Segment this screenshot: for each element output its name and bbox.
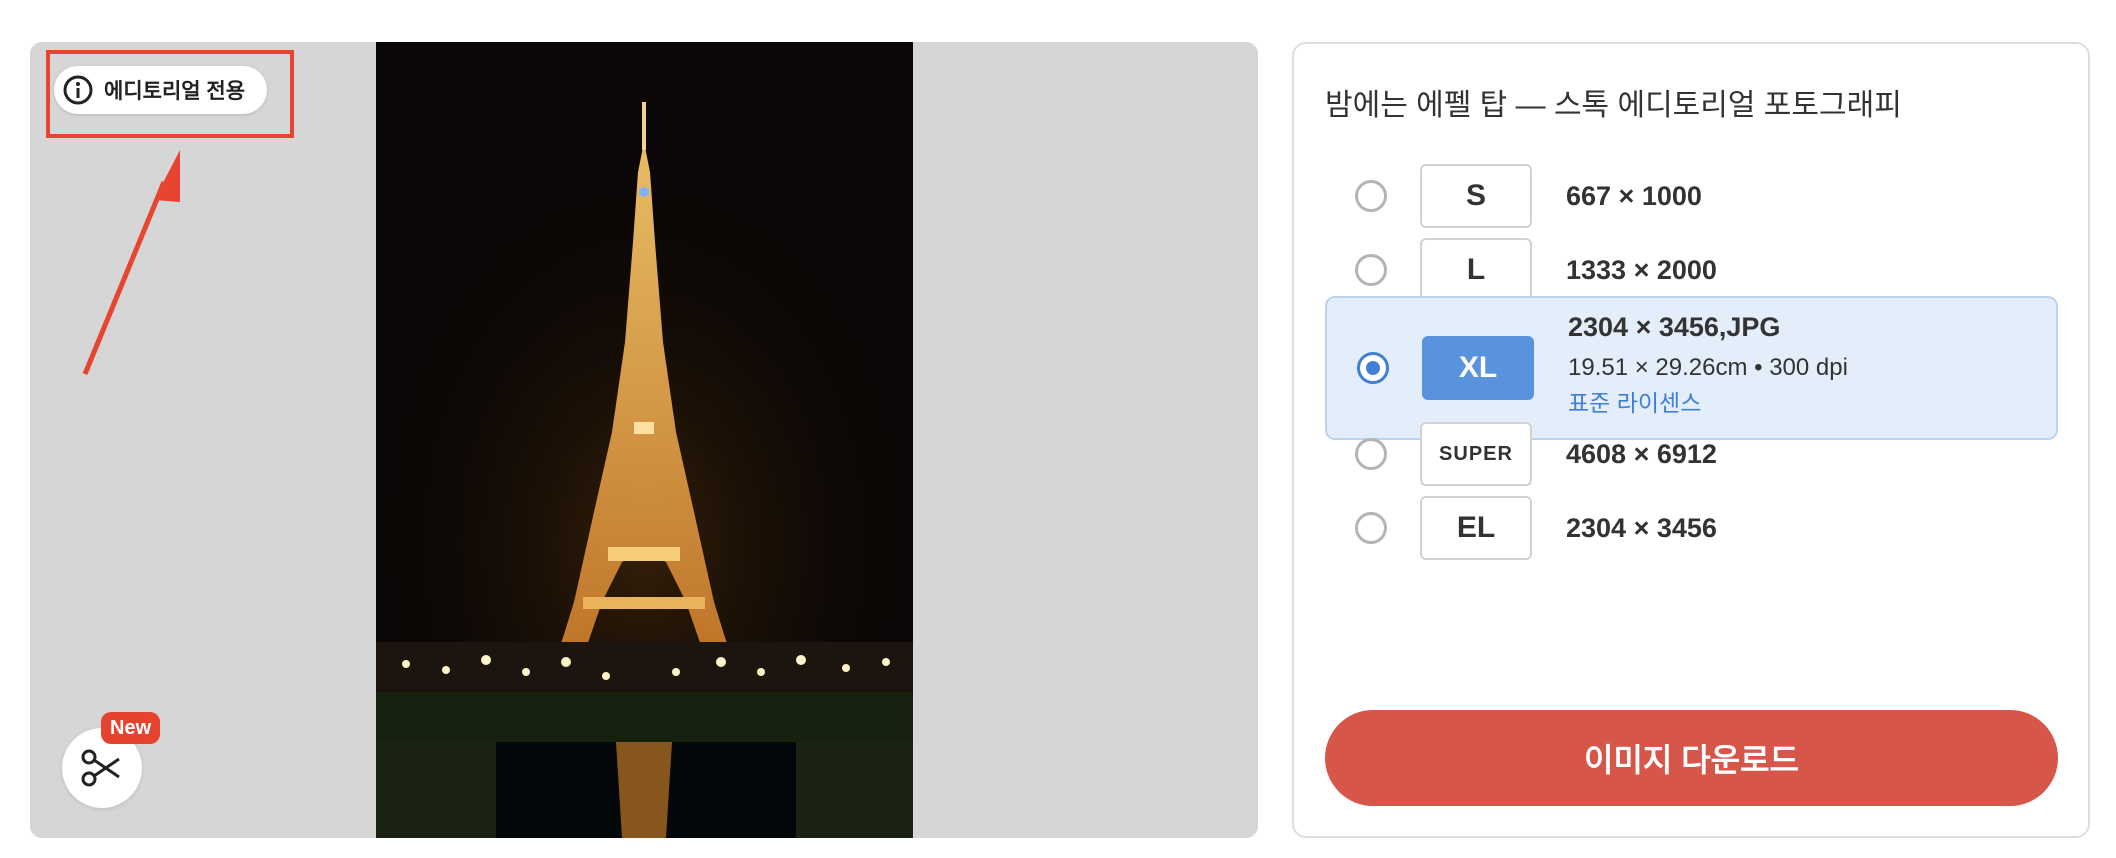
radio-button[interactable]	[1355, 180, 1387, 212]
eiffel-tower-night-photo	[376, 42, 913, 838]
radio-button[interactable]	[1355, 438, 1387, 470]
radio-button[interactable]	[1355, 254, 1387, 286]
preview-image[interactable]	[376, 42, 913, 838]
size-option-el[interactable]: EL 2304 × 3456	[1325, 488, 2058, 568]
download-image-button[interactable]: 이미지 다운로드	[1325, 710, 2058, 806]
size-dimensions: 2304 × 3456,JPG	[1568, 312, 1781, 342]
size-dimensions: 4608 × 6912	[1566, 438, 1717, 469]
license-link[interactable]: 표준 라이센스	[1568, 384, 1701, 418]
size-label-box: SUPER	[1420, 422, 1532, 486]
scissors-icon	[81, 749, 120, 787]
size-label-box: L	[1420, 238, 1532, 302]
size-dimensions: 667 × 1000	[1566, 180, 1702, 211]
image-title: 밤에는 에펠 탑 — 스톡 에디토리얼 포토그래피	[1325, 89, 1902, 122]
radio-button-selected[interactable]	[1357, 352, 1389, 384]
size-label-box: S	[1420, 164, 1532, 228]
annotation-arrow	[82, 150, 180, 375]
size-dimensions: 1333 × 2000	[1566, 254, 1717, 285]
radio-button[interactable]	[1355, 512, 1387, 544]
size-label-box: XL	[1422, 336, 1534, 400]
size-label-box: EL	[1420, 496, 1532, 560]
size-option-super[interactable]: SUPER 4608 × 6912	[1325, 414, 2058, 494]
new-badge: New	[101, 712, 161, 744]
image-preview: 에디토리얼 전용 New	[30, 42, 1258, 838]
size-dimensions: 2304 × 3456	[1566, 512, 1717, 543]
size-option-s[interactable]: S 667 × 1000	[1325, 156, 2058, 236]
size-details: 19.51 × 29.26cm • 300 dpi	[1568, 354, 1848, 381]
size-selection-panel: 밤에는 에펠 탑 — 스톡 에디토리얼 포토그래피 S 667 × 1000 L…	[1292, 42, 2090, 838]
